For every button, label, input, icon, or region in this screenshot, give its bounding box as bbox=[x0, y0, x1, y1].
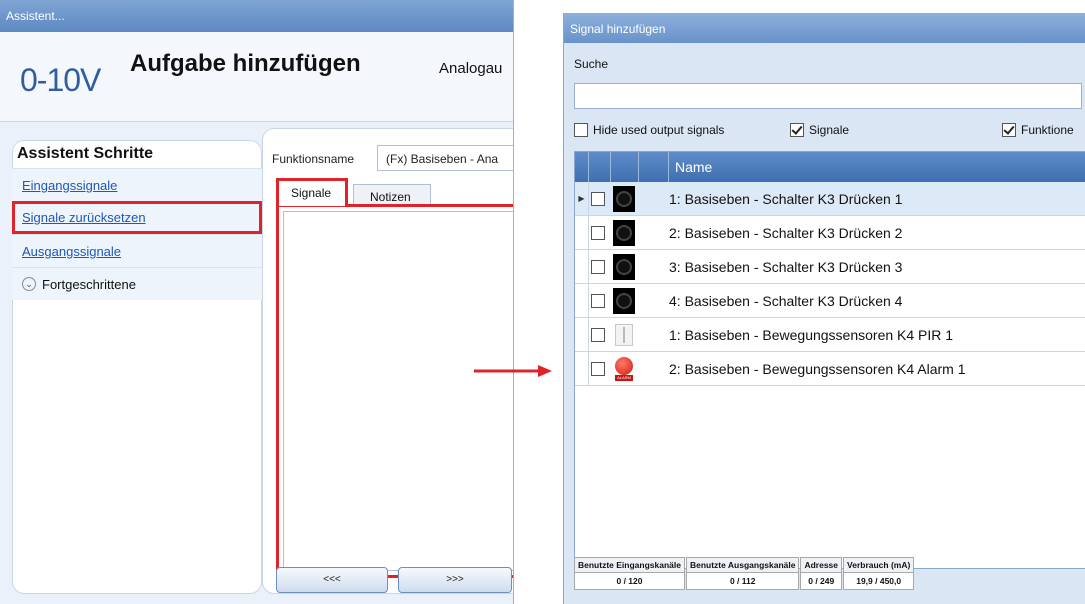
row-indicator bbox=[575, 249, 589, 284]
row-checkbox[interactable] bbox=[590, 361, 605, 376]
switch-icon bbox=[613, 185, 635, 212]
checkbox-checked[interactable] bbox=[1002, 123, 1016, 137]
hide-used-output-label: Hide used output signals bbox=[593, 123, 725, 137]
assistant-header: 0-10V Aufgabe hinzufügen Analogau bbox=[0, 32, 513, 122]
header-select-cell bbox=[589, 152, 611, 182]
footer-value: 0 / 112 bbox=[729, 576, 756, 586]
footer-consumption: Verbrauch (mA) 19,9 / 450,0 bbox=[843, 557, 915, 590]
chevron-down-icon: ⌄ bbox=[22, 277, 36, 291]
page-subtitle: Analogau bbox=[439, 60, 503, 77]
row-pointer-icon: ▶ bbox=[575, 181, 589, 216]
usage-footer: Benutzte Eingangskanäle 0 / 120 Benutzte… bbox=[574, 557, 915, 590]
steps-title: Assistent Schritte bbox=[17, 145, 154, 162]
table-row[interactable]: ▶ 1: Basiseben - Schalter K3 Drücken 1 bbox=[575, 181, 1085, 216]
row-name: 1: Basiseben - Bewegungssensoren K4 PIR … bbox=[669, 326, 954, 343]
table-row[interactable]: 3: Basiseben - Schalter K3 Drücken 3 bbox=[575, 249, 1085, 284]
assistant-titlebar: Assistent... bbox=[0, 0, 513, 32]
logo-0-10v: 0-10V bbox=[20, 62, 101, 98]
footer-value: 0 / 120 bbox=[616, 576, 643, 586]
row-checkbox[interactable] bbox=[590, 225, 605, 240]
table-row[interactable]: ALARM 2: Basiseben - Bewegungssensoren K… bbox=[575, 351, 1085, 386]
footer-input-channels: Benutzte Eingangskanäle 0 / 120 bbox=[574, 557, 685, 590]
function-name-label: Funktionsname bbox=[272, 152, 355, 166]
table-row[interactable]: 1: Basiseben - Bewegungssensoren K4 PIR … bbox=[575, 317, 1085, 352]
switch-icon bbox=[613, 287, 635, 314]
signal-grid: Name ▶ 1: Basiseben - Schalter K3 Drücke… bbox=[574, 151, 1085, 569]
switch-icon bbox=[613, 219, 635, 246]
arrow-right-icon bbox=[474, 365, 552, 377]
row-name: 3: Basiseben - Schalter K3 Drücken 3 bbox=[669, 258, 903, 275]
step-fortgeschrittene-label: Fortgeschrittene bbox=[42, 276, 136, 292]
row-name: 2: Basiseben - Bewegungssensoren K4 Alar… bbox=[669, 360, 966, 377]
column-header-name[interactable]: Name bbox=[669, 152, 712, 182]
header-icon-cell bbox=[611, 152, 639, 182]
footer-header: Benutzte Ausgangskanäle bbox=[686, 558, 799, 573]
footer-header: Benutzte Eingangskanäle bbox=[575, 558, 684, 573]
footer-value: 19,9 / 450,0 bbox=[856, 576, 902, 586]
footer-address: Adresse 0 / 249 bbox=[800, 557, 843, 590]
table-row[interactable]: 4: Basiseben - Schalter K3 Drücken 4 bbox=[575, 283, 1085, 318]
row-indicator bbox=[575, 317, 589, 352]
footer-header: Adresse bbox=[801, 558, 842, 573]
row-checkbox[interactable] bbox=[590, 327, 605, 342]
row-indicator bbox=[575, 283, 589, 318]
checkbox-unchecked[interactable] bbox=[574, 123, 588, 137]
grid-header: Name bbox=[575, 152, 1085, 182]
signale-checkbox[interactable]: Signale bbox=[790, 123, 849, 137]
footer-value: 0 / 249 bbox=[808, 576, 835, 586]
step-eingangssignale[interactable]: Eingangssignale bbox=[12, 168, 262, 201]
footer-output-channels: Benutzte Ausgangskanäle 0 / 112 bbox=[685, 557, 800, 590]
search-input[interactable] bbox=[574, 83, 1082, 109]
footer-header: Verbrauch (mA) bbox=[844, 558, 914, 573]
row-checkbox[interactable] bbox=[590, 191, 605, 206]
funktionen-filter-label: Funktione bbox=[1021, 123, 1074, 137]
add-signal-window: Signal hinzufügen Suche Hide used output… bbox=[563, 13, 1085, 604]
step-fortgeschrittene[interactable]: ⌄ Fortgeschrittene bbox=[12, 267, 262, 300]
assistant-window: Assistent... 0-10V Aufgabe hinzufügen An… bbox=[0, 0, 514, 604]
table-row[interactable]: 2: Basiseben - Schalter K3 Drücken 2 bbox=[575, 215, 1085, 250]
step-ausgangssignale[interactable]: Ausgangssignale bbox=[12, 234, 262, 267]
hide-used-output-checkbox[interactable]: Hide used output signals bbox=[574, 123, 724, 137]
signale-filter-label: Signale bbox=[809, 123, 850, 137]
row-name: 1: Basiseben - Schalter K3 Drücken 1 bbox=[669, 190, 903, 207]
signals-tab-panel bbox=[276, 204, 513, 578]
signals-list-box[interactable] bbox=[283, 211, 513, 571]
next-button[interactable]: >>> bbox=[398, 567, 512, 593]
alarm-icon: ALARM bbox=[613, 356, 635, 382]
search-label: Suche bbox=[574, 57, 609, 71]
funktionen-checkbox[interactable]: Funktione bbox=[1002, 123, 1074, 137]
switch-icon bbox=[613, 253, 635, 280]
row-name: 4: Basiseben - Schalter K3 Drücken 4 bbox=[669, 292, 903, 309]
function-name-input[interactable]: (Fx) Basiseben - Ana bbox=[377, 145, 513, 171]
row-indicator bbox=[575, 351, 589, 386]
header-indicator-cell bbox=[575, 152, 589, 182]
page-title: Aufgabe hinzufügen bbox=[130, 50, 361, 77]
steps-list: Eingangssignale Signale zurücksetzen Aus… bbox=[12, 168, 262, 300]
checkbox-checked[interactable] bbox=[790, 123, 804, 137]
add-signal-titlebar: Signal hinzufügen bbox=[564, 13, 1085, 43]
row-name: 2: Basiseben - Schalter K3 Drücken 2 bbox=[669, 224, 903, 241]
step-signale-zuruecksetzen[interactable]: Signale zurücksetzen bbox=[12, 201, 262, 234]
header-spacer-cell bbox=[639, 152, 669, 182]
row-checkbox[interactable] bbox=[590, 293, 605, 308]
row-checkbox[interactable] bbox=[590, 259, 605, 274]
pir-sensor-icon bbox=[615, 323, 633, 346]
tab-signale[interactable]: Signale bbox=[276, 178, 348, 206]
row-indicator bbox=[575, 215, 589, 250]
back-button[interactable]: <<< bbox=[276, 567, 388, 593]
